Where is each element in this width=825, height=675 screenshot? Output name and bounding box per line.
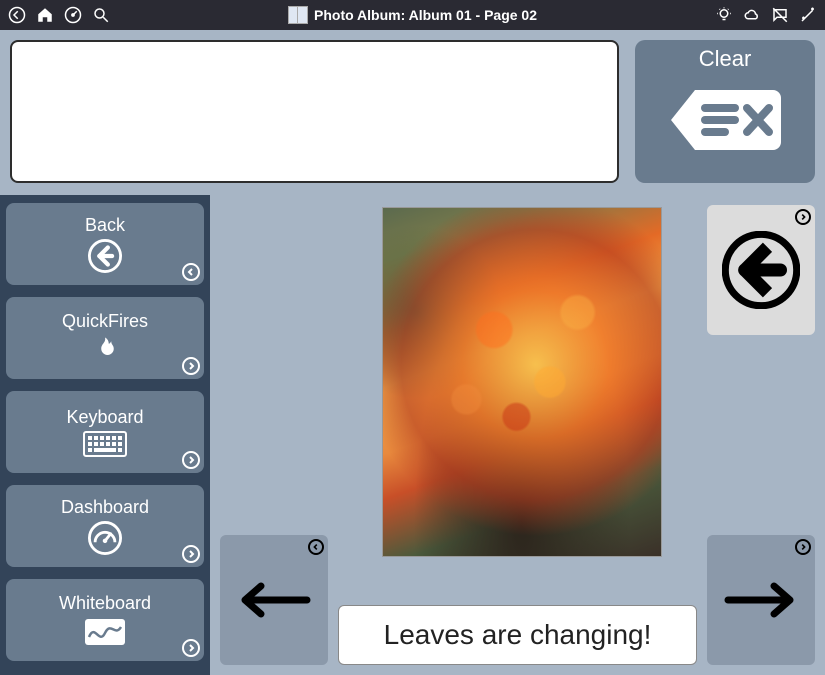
sidebar: Back QuickFires Keyboard — [0, 195, 210, 675]
sidebar-item-label: Whiteboard — [59, 593, 151, 614]
keyboard-icon — [83, 431, 127, 457]
fire-icon — [90, 335, 120, 365]
prev-page-button[interactable] — [220, 535, 328, 665]
corner-arrow-right-icon — [182, 545, 200, 563]
corner-arrow-right-icon — [795, 539, 811, 555]
corner-arrow-right-icon — [182, 357, 200, 375]
corner-arrow-right-icon — [182, 639, 200, 657]
sidebar-item-label: Dashboard — [61, 497, 149, 518]
arrow-right-icon — [722, 580, 800, 620]
photo-caption[interactable]: Leaves are changing! — [338, 605, 697, 665]
sidebar-item-keyboard[interactable]: Keyboard — [6, 391, 204, 473]
home-icon[interactable] — [34, 4, 56, 26]
corner-arrow-left-icon — [182, 263, 200, 281]
next-page-button[interactable] — [707, 535, 815, 665]
lightbulb-icon[interactable] — [713, 4, 735, 26]
back-icon[interactable] — [6, 4, 28, 26]
back-icon — [88, 239, 122, 273]
clear-icon — [665, 80, 785, 160]
main-area: Back QuickFires Keyboard — [0, 195, 825, 675]
message-row: Clear — [0, 30, 825, 195]
corner-arrow-right-icon — [795, 209, 811, 225]
chat-off-icon[interactable] — [769, 4, 791, 26]
top-bar: Photo Album: Album 01 - Page 02 — [0, 0, 825, 30]
back-arrow-icon — [722, 231, 800, 309]
gauge-icon[interactable] — [62, 4, 84, 26]
clear-label: Clear — [699, 46, 752, 72]
sidebar-item-label: Back — [85, 215, 125, 236]
magic-wand-icon[interactable] — [797, 4, 819, 26]
arrow-left-icon — [235, 580, 313, 620]
page-back-button[interactable] — [707, 205, 815, 335]
sidebar-item-quickfires[interactable]: QuickFires — [6, 297, 204, 379]
corner-arrow-left-icon — [308, 539, 324, 555]
sidebar-item-label: Keyboard — [66, 407, 143, 428]
whiteboard-icon — [83, 617, 127, 647]
message-display-input[interactable] — [10, 40, 619, 183]
gauge-icon — [88, 521, 122, 555]
sidebar-item-dashboard[interactable]: Dashboard — [6, 485, 204, 567]
album-photo[interactable] — [382, 207, 662, 557]
sidebar-item-whiteboard[interactable]: Whiteboard — [6, 579, 204, 661]
clear-button[interactable]: Clear — [635, 40, 815, 183]
sidebar-item-label: QuickFires — [62, 311, 148, 332]
title-area: Photo Album: Album 01 - Page 02 — [118, 6, 707, 24]
search-icon[interactable] — [90, 4, 112, 26]
cloud-icon[interactable] — [741, 4, 763, 26]
page-title: Photo Album: Album 01 - Page 02 — [314, 7, 537, 23]
content-area: Leaves are changing! — [210, 195, 825, 675]
album-icon — [288, 6, 308, 24]
corner-arrow-right-icon — [182, 451, 200, 469]
sidebar-item-back[interactable]: Back — [6, 203, 204, 285]
